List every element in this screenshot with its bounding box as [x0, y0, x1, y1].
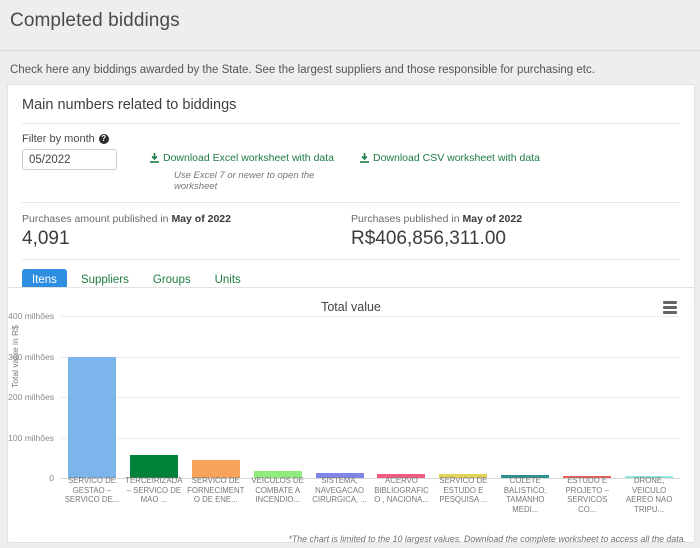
chart-bar-slot: [494, 316, 556, 478]
chart-bar[interactable]: [129, 455, 178, 478]
filter-label-wrap: Filter by month ?: [22, 133, 150, 145]
card-title: Main numbers related to biddings: [22, 97, 237, 113]
chart-bar-slot: [556, 316, 618, 478]
filter-label: Filter by month: [22, 133, 95, 145]
download-csv-label: Download CSV worksheet with data: [373, 152, 540, 164]
stat-purchases-total: Purchases published in May of 2022 R$406…: [351, 213, 680, 251]
chart-card: Total value Total value in R$ 400 milhõe…: [7, 287, 695, 543]
question-mark-icon[interactable]: ?: [98, 134, 109, 144]
stat-label-period: May of 2022: [462, 213, 523, 225]
stat-label-prefix: Purchases amount published in: [22, 213, 172, 225]
download-excel-group: Download Excel worksheet with data Use E…: [150, 133, 360, 192]
chart-x-axis-labels: SERVICO DE GESTAO – SERVICO DE... TERCEIR…: [61, 476, 680, 514]
main-numbers-card: Main numbers related to biddings Filter …: [7, 84, 695, 301]
download-icon: [360, 153, 369, 163]
page-title: Completed biddings: [10, 10, 180, 31]
download-excel-label: Download Excel worksheet with data: [163, 152, 335, 164]
chart-bar-slot: [309, 316, 371, 478]
chart-y-tick: 400 milhões: [8, 311, 54, 321]
page-subtitle: Check here any biddings awarded by the S…: [10, 64, 595, 76]
chart-bar-slot: [618, 316, 680, 478]
page-root: Completed biddings Check here any biddin…: [0, 0, 700, 548]
chart-footnote: *The chart is limited to the 10 largest …: [288, 534, 686, 544]
stat-value: 4,091: [22, 228, 70, 249]
chart-y-tick: 200 milhões: [8, 392, 54, 402]
chart-x-tick-label: SERVICO DE FORNECIMENTO DE ENE...: [187, 476, 245, 504]
stat-label-prefix: Purchases published in: [351, 213, 463, 225]
chart-x-tick-label: ESTUDO E PROJETO – SERVICOS CO...: [565, 476, 609, 514]
chart-bar-slot: [185, 316, 247, 478]
filter-row: Filter by month ? Download Excel workshe…: [8, 124, 694, 202]
chart-bar-slot: [247, 316, 309, 478]
chart-x-tick-label: SERVICO DE ESTUDO E PESQUISA ...: [439, 476, 488, 504]
chart-bar-slot: [123, 316, 185, 478]
download-csv-link[interactable]: Download CSV worksheet with data: [360, 152, 540, 164]
hamburger-menu-icon[interactable]: [663, 301, 677, 314]
chart-x-tick-label: SISTEMA, NAVEGACAO CIRURGICA, ...: [312, 476, 367, 504]
download-excel-note: Use Excel 7 or newer to open the workshe…: [174, 170, 315, 192]
chart-x-tick-label: VEICULOS DE COMBATE A INCENDIO...: [251, 476, 304, 504]
stat-label-period: May of 2022: [171, 213, 231, 225]
chart-x-tick-label: DRONE, VEICULO AEREO NAO TRIPU...: [625, 476, 673, 514]
chart-title: Total value: [321, 300, 381, 314]
chart-bars: [61, 316, 680, 478]
chart-x-tick-label: TERCEIRIZADA – SERVICO DE MAO ...: [125, 476, 183, 504]
chart-x-tick-label: SERVICO DE GESTAO – SERVICO DE...: [64, 476, 120, 504]
chart-bar-slot: [432, 316, 494, 478]
page-header: Completed biddings: [0, 0, 700, 44]
stat-value: R$406,856,311.00: [351, 228, 506, 249]
chart-bar-slot: [371, 316, 433, 478]
filter-by-month-group: Filter by month ?: [22, 133, 150, 170]
stats-row: Purchases amount published in May of 202…: [8, 203, 694, 259]
chart-y-tick: 100 milhões: [8, 432, 54, 443]
chart-y-tick: 0: [49, 473, 54, 483]
chart-footnote-wrap: *The chart is limited to the 10 largest …: [0, 529, 700, 547]
chart-x-tick-label: COLETE BALISTICO, TAMANHO MEDI...: [503, 476, 547, 514]
download-csv-group: Download CSV worksheet with data: [360, 133, 540, 168]
chart-plot-area: Total value in R$ 400 milhões 300 milhões…: [8, 311, 694, 516]
stat-purchases-amount: Purchases amount published in May of 202…: [22, 213, 351, 251]
month-filter-input[interactable]: [22, 149, 117, 170]
chart-bar[interactable]: [67, 356, 116, 478]
chart-y-tick: 300 milhões: [8, 351, 54, 362]
stat-label: Purchases published in May of 2022: [351, 213, 680, 225]
chart-bar-slot: [61, 316, 123, 478]
chart-x-tick-label: ACERVO BIBLIOGRAFICO , NACIONA...: [374, 476, 429, 504]
download-excel-link[interactable]: Download Excel worksheet with data: [150, 152, 334, 164]
download-icon: [150, 153, 159, 163]
stat-label: Purchases amount published in May of 202…: [22, 213, 351, 225]
